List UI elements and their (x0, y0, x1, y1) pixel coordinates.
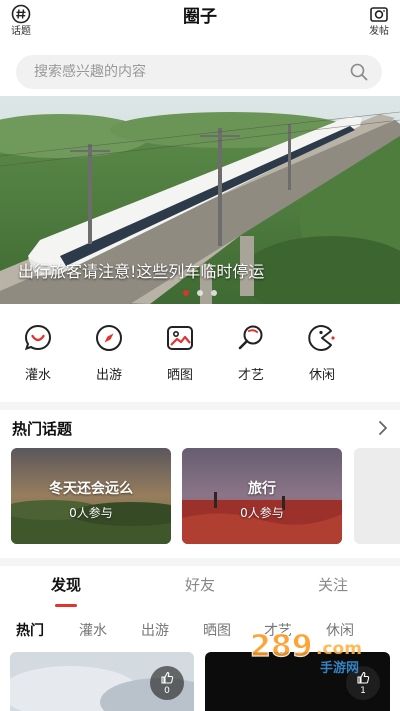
feed-card[interactable]: 0 (10, 652, 194, 711)
tab-friends[interactable]: 好友 (155, 574, 245, 595)
category-label: 休闲 (308, 368, 335, 383)
svg-text:.com: .com (316, 639, 362, 659)
svg-text:289: 289 (250, 629, 313, 664)
category-label: 才艺 (237, 368, 264, 383)
image-icon (164, 322, 196, 354)
speech-bubble-icon (22, 322, 54, 354)
category-label: 晒图 (166, 368, 193, 383)
camera-icon (368, 3, 390, 25)
thumbs-up-icon (161, 671, 174, 684)
carousel-dot[interactable] (197, 290, 203, 296)
category-label: 灌水 (24, 368, 51, 383)
app-header: 话题 圈子 发帖 (0, 0, 400, 46)
search-bar[interactable] (16, 55, 382, 89)
hot-topics-title: 热门话题 (12, 420, 73, 438)
watermark-logo: 289 .com 手游网 (232, 628, 392, 676)
category-row: 灌水 出游 晒图 才艺 休闲 (0, 322, 400, 392)
pacman-icon (306, 322, 338, 354)
subtab-hot[interactable]: 热门 (16, 620, 44, 640)
category-shaitu[interactable]: 晒图 (152, 322, 208, 383)
topic-count: 0人参与 (240, 506, 284, 520)
category-guanshui[interactable]: 灌水 (10, 322, 66, 383)
page-title: 圈子 (183, 7, 217, 27)
subtab-shaitu[interactable]: 晒图 (203, 620, 231, 640)
post-button[interactable]: 发帖 (361, 3, 397, 43)
chevron-right-icon[interactable] (376, 419, 390, 437)
category-label: 出游 (95, 368, 122, 383)
like-count: 0 (164, 685, 170, 696)
category-xiuxian[interactable]: 休闲 (294, 322, 350, 383)
search-icon[interactable] (350, 63, 368, 81)
carousel-indicator (0, 290, 400, 296)
topic-title: 旅行 (248, 481, 276, 497)
search-input[interactable] (16, 55, 336, 89)
banner-caption: 出行旅客请注意!这些列车临时停运 (18, 262, 265, 281)
section-divider (0, 402, 400, 410)
subtab-chuyou[interactable]: 出游 (141, 620, 169, 640)
banner-carousel[interactable]: 出行旅客请注意!这些列车临时停运 (0, 96, 400, 304)
section-divider (0, 558, 400, 566)
tab-following[interactable]: 关注 (288, 574, 378, 595)
ping-pong-paddle-icon (235, 322, 267, 354)
like-count: 1 (360, 685, 366, 696)
compass-icon (93, 322, 125, 354)
topic-card-partial[interactable] (354, 448, 400, 544)
category-caiyi[interactable]: 才艺 (223, 322, 279, 383)
carousel-dot[interactable] (183, 290, 189, 296)
like-badge[interactable]: 0 (150, 666, 184, 700)
tab-discover[interactable]: 发现 (21, 574, 111, 595)
topic-title: 冬天还会远么 (49, 481, 133, 497)
carousel-dot[interactable] (211, 290, 217, 296)
topic-card[interactable]: 冬天还会远么 0人参与 (11, 448, 171, 544)
topic-card[interactable]: 旅行 0人参与 (182, 448, 342, 544)
svg-text:手游网: 手游网 (320, 660, 359, 676)
active-tab-indicator (55, 604, 77, 607)
category-chuyou[interactable]: 出游 (81, 322, 137, 383)
post-label: 发帖 (369, 26, 389, 37)
subtab-guanshui[interactable]: 灌水 (79, 620, 107, 640)
topic-count: 0人参与 (69, 506, 113, 520)
